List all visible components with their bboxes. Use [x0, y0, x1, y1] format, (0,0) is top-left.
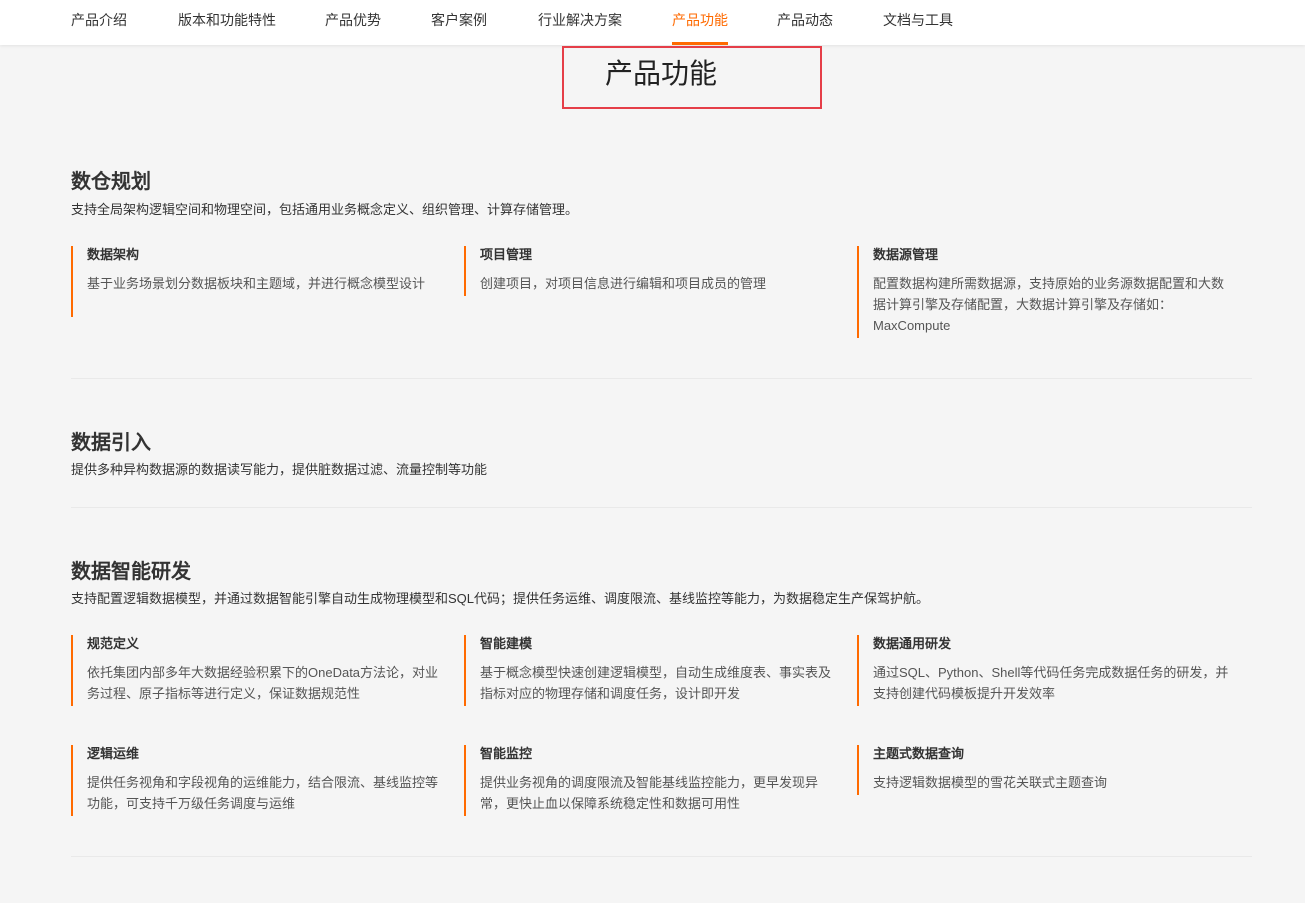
card-data-architecture: 数据架构 基于业务场景划分数据板块和主题域，并进行概念模型设计: [71, 246, 443, 317]
nav-item-cases[interactable]: 客户案例: [431, 0, 487, 45]
card-datasource-management: 数据源管理 配置数据构建所需数据源，支持原始的业务源数据配置和大数据计算引擎及存…: [857, 246, 1229, 338]
card-title: 规范定义: [87, 636, 140, 651]
section-title-ingestion: 数据引入: [71, 432, 151, 454]
nav-item-advantages[interactable]: 产品优势: [325, 0, 381, 45]
top-nav: 产品介绍 版本和功能特性 产品优势 客户案例 行业解决方案 产品功能 产品动态 …: [0, 0, 1305, 45]
card-general-dev: 数据通用研发 通过SQL、Python、Shell等代码任务完成数据任务的研发，…: [857, 635, 1229, 706]
card-desc: 依托集团内部多年大数据经验积累下的OneData方法论，对业务过程、原子指标等进…: [87, 665, 439, 701]
card-title: 数据架构: [87, 247, 140, 262]
section-divider: [71, 378, 1252, 379]
nav-item-updates[interactable]: 产品动态: [777, 0, 833, 45]
card-spec-definition: 规范定义 依托集团内部多年大数据经验积累下的OneData方法论，对业务过程、原…: [71, 635, 443, 706]
section-desc-smart-dev: 支持配置逻辑数据模型，并通过数据智能引擎自动生成物理模型和SQL代码；提供任务运…: [71, 591, 930, 606]
card-desc: 配置数据构建所需数据源，支持原始的业务源数据配置和大数据计算引擎及存储配置，大数…: [873, 276, 1225, 333]
card-title: 项目管理: [480, 247, 533, 262]
card-title: 逻辑运维: [87, 746, 140, 761]
card-smart-modeling: 智能建模 基于概念模型快速创建逻辑模型，自动生成维度表、事实表及指标对应的物理存…: [464, 635, 836, 706]
section-divider: [71, 507, 1252, 508]
card-smart-monitor: 智能监控 提供业务视角的调度限流及智能基线监控能力，更早发现异常，更快止血以保障…: [464, 745, 836, 816]
card-logic-ops: 逻辑运维 提供任务视角和字段视角的运维能力，结合限流、基线监控等功能，可支持千万…: [71, 745, 443, 816]
nav-item-editions[interactable]: 版本和功能特性: [178, 0, 276, 45]
section-title-planning: 数仓规划: [71, 171, 151, 193]
section-desc-ingestion: 提供多种异构数据源的数据读写能力，提供脏数据过滤、流量控制等功能: [71, 462, 488, 477]
card-title: 智能监控: [480, 746, 533, 761]
card-desc: 创建项目，对项目信息进行编辑和项目成员的管理: [480, 276, 767, 291]
card-title: 智能建模: [480, 636, 533, 651]
section-desc-planning: 支持全局架构逻辑空间和物理空间，包括通用业务概念定义、组织管理、计算存储管理。: [71, 202, 579, 217]
page-title: 产品功能: [562, 46, 822, 109]
nav-item-solutions[interactable]: 行业解决方案: [538, 0, 622, 45]
section-title-smart-dev: 数据智能研发: [71, 561, 191, 583]
nav-item-intro[interactable]: 产品介绍: [71, 0, 127, 45]
card-desc: 基于概念模型快速创建逻辑模型，自动生成维度表、事实表及指标对应的物理存储和调度任…: [480, 665, 832, 701]
card-project-management: 项目管理 创建项目，对项目信息进行编辑和项目成员的管理: [464, 246, 836, 296]
card-desc: 通过SQL、Python、Shell等代码任务完成数据任务的研发，并支持创建代码…: [873, 665, 1229, 701]
card-title: 数据通用研发: [873, 636, 952, 651]
nav-item-features[interactable]: 产品功能: [672, 0, 728, 45]
section-divider: [71, 856, 1252, 857]
card-title: 主题式数据查询: [873, 746, 965, 761]
card-title: 数据源管理: [873, 247, 939, 262]
card-topic-query: 主题式数据查询 支持逻辑数据模型的雪花关联式主题查询: [857, 745, 1229, 795]
card-desc: 基于业务场景划分数据板块和主题域，并进行概念模型设计: [87, 276, 426, 291]
card-desc: 提供业务视角的调度限流及智能基线监控能力，更早发现异常，更快止血以保障系统稳定性…: [480, 775, 819, 811]
card-desc: 提供任务视角和字段视角的运维能力，结合限流、基线监控等功能，可支持千万级任务调度…: [87, 775, 439, 811]
nav-item-docs[interactable]: 文档与工具: [883, 0, 953, 45]
card-desc: 支持逻辑数据模型的雪花关联式主题查询: [873, 775, 1108, 790]
